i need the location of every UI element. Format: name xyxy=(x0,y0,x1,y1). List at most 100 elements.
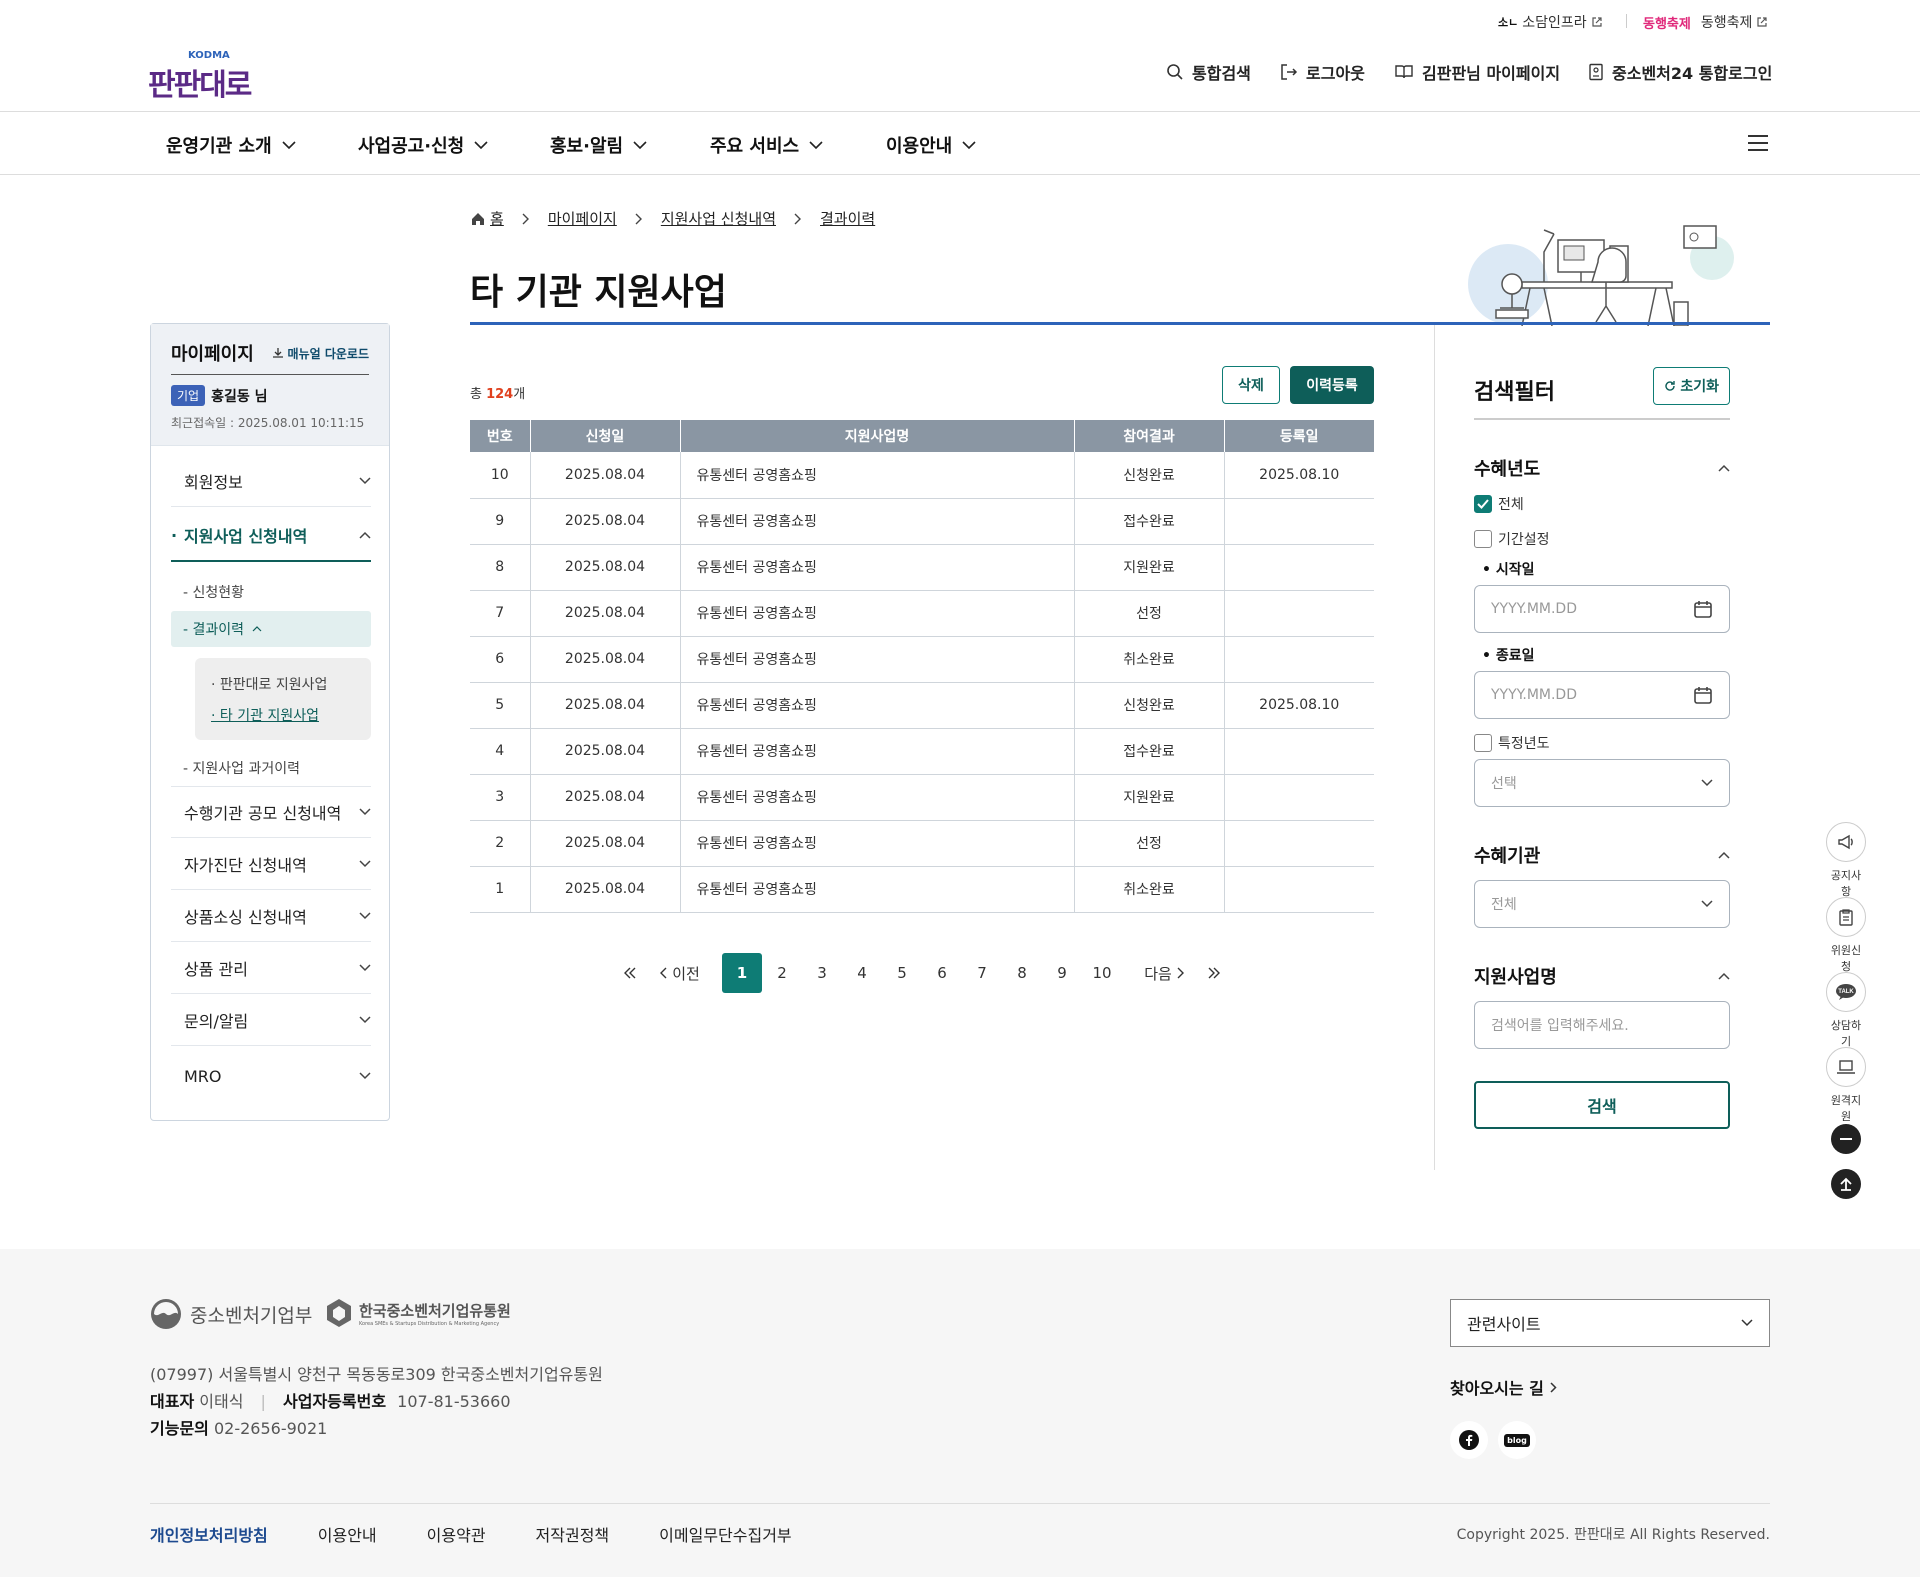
blog-button[interactable]: blog xyxy=(1498,1421,1536,1459)
table-row[interactable]: 10 2025.08.04 유통센터 공영홈쇼핑 신청완료 2025.08.10 xyxy=(470,452,1374,499)
nav-item-services[interactable]: 주요 서비스 xyxy=(710,132,823,158)
start-date-input[interactable]: YYYY.MM.DD xyxy=(1474,585,1730,633)
directions-link[interactable]: 찾아오시는 길 xyxy=(1450,1375,1557,1399)
col-header: 참여결과 xyxy=(1074,420,1225,452)
table-row[interactable]: 1 2025.08.04 유통센터 공영홈쇼핑 취소완료 xyxy=(470,866,1374,913)
search-link[interactable]: 통합검색 xyxy=(1166,60,1251,84)
page-button[interactable]: 2 xyxy=(762,953,802,993)
id-card-icon xyxy=(1589,63,1603,81)
manual-download-link[interactable]: 매뉴얼 다운로드 xyxy=(272,345,369,362)
breadcrumb-result[interactable]: 결과이력 xyxy=(820,208,875,229)
logout-link[interactable]: 로그아웃 xyxy=(1280,60,1365,84)
prev-page-button[interactable]: 이전 xyxy=(650,953,710,993)
sidebar-item-support[interactable]: · 지원사업 신청내역 xyxy=(171,510,371,562)
footer-link-privacy[interactable]: 개인정보처리방침 xyxy=(150,1522,268,1546)
page-button[interactable]: 6 xyxy=(922,953,962,993)
checkbox-period[interactable]: 기간설정 xyxy=(1474,529,1550,549)
chevron-up-icon xyxy=(1718,972,1730,980)
nav-item-about[interactable]: 운영기관 소개 xyxy=(166,132,296,158)
table-row[interactable]: 3 2025.08.04 유통센터 공영홈쇼핑 지원완료 xyxy=(470,774,1374,821)
mypage-link[interactable]: 김판판님 마이페이지 xyxy=(1394,60,1560,84)
footer-link-guide[interactable]: 이용안내 xyxy=(318,1522,377,1546)
login24-link[interactable]: 중소벤처24 통합로그인 xyxy=(1588,60,1772,84)
footer-link-copyright[interactable]: 저작권정책 xyxy=(536,1522,610,1546)
page-button[interactable]: 3 xyxy=(802,953,842,993)
home-icon xyxy=(472,212,484,225)
agency-select[interactable]: 전체 xyxy=(1474,880,1730,928)
table-header-row: 번호 신청일 지원사업명 참여결과 등록일 xyxy=(470,420,1374,452)
register-button[interactable]: 이력등록 xyxy=(1290,366,1374,404)
checkbox-specific-year[interactable]: 특정년도 xyxy=(1474,733,1550,753)
page-button[interactable]: 1 xyxy=(722,953,762,993)
col-header: 등록일 xyxy=(1224,420,1374,452)
facebook-button[interactable] xyxy=(1450,1421,1488,1459)
table-row[interactable]: 9 2025.08.04 유통센터 공영홈쇼핑 접수완료 xyxy=(470,498,1374,545)
agency-section-header[interactable]: 수혜기관 xyxy=(1474,842,1730,868)
quick-notice[interactable]: 공지사항 xyxy=(1826,822,1866,899)
page-button[interactable]: 9 xyxy=(1042,953,1082,993)
footer-link-email[interactable]: 이메일무단수집거부 xyxy=(659,1522,791,1546)
hamburger-menu-icon[interactable] xyxy=(1747,134,1769,152)
sidebar-item-mro[interactable]: MRO xyxy=(171,1046,371,1106)
name-section-header[interactable]: 지원사업명 xyxy=(1474,963,1730,989)
collapse-quick-button[interactable] xyxy=(1831,1124,1861,1154)
page-button[interactable]: 8 xyxy=(1002,953,1042,993)
festival-link[interactable]: 동행축제 동행축제 xyxy=(1643,12,1768,32)
checkbox-all[interactable]: 전체 xyxy=(1474,494,1524,514)
breadcrumb-home[interactable]: 홈 xyxy=(490,208,504,229)
quick-remote[interactable]: 원격지원 xyxy=(1826,1047,1866,1124)
chevron-down-icon xyxy=(962,140,976,149)
related-sites-select[interactable]: 관련사이트 xyxy=(1450,1299,1770,1347)
filter-search-button[interactable]: 검색 xyxy=(1474,1081,1730,1129)
table-row[interactable]: 8 2025.08.04 유통센터 공영홈쇼핑 지원완료 xyxy=(470,544,1374,591)
table-row[interactable]: 5 2025.08.04 유통센터 공영홈쇼핑 신청완료 2025.08.10 xyxy=(470,682,1374,729)
nav-item-business[interactable]: 사업공고·신청 xyxy=(358,132,488,158)
table-row[interactable]: 6 2025.08.04 유통센터 공영홈쇼핑 취소완료 xyxy=(470,636,1374,683)
sidebar-title: 마이페이지 xyxy=(171,344,254,365)
page-button[interactable]: 7 xyxy=(962,953,1002,993)
quick-committee[interactable]: 위원신청 xyxy=(1826,897,1866,974)
footer-link-terms[interactable]: 이용약관 xyxy=(427,1522,486,1546)
office-illustration xyxy=(1468,225,1734,326)
page-button[interactable]: 5 xyxy=(882,953,922,993)
sodam-link[interactable]: 소ㄴ 소담인프라 xyxy=(1498,12,1603,32)
chevron-down-icon xyxy=(359,1015,371,1023)
sidebar-item-sourcing[interactable]: 상품소싱 신청내역 xyxy=(171,890,371,942)
first-page-button[interactable] xyxy=(610,953,650,993)
site-logo[interactable]: KODMA 판판대로 xyxy=(148,48,268,103)
sidebar-item-selfdiag[interactable]: 자가진단 신청내역 xyxy=(171,838,371,890)
name-search-input[interactable]: 검색어를 입력해주세요. xyxy=(1474,1001,1730,1049)
table-row[interactable]: 7 2025.08.04 유통센터 공영홈쇼핑 선정 xyxy=(470,590,1374,637)
nav-item-guide[interactable]: 이용안내 xyxy=(886,132,976,158)
last-page-button[interactable] xyxy=(1194,953,1234,993)
table-row[interactable]: 4 2025.08.04 유통센터 공영홈쇼핑 접수완료 xyxy=(470,728,1374,775)
sidebar-item-member[interactable]: 회원정보 xyxy=(171,455,371,507)
submenu-result[interactable]: - 결과이력 xyxy=(171,611,371,647)
sidebar-item-product[interactable]: 상품 관리 xyxy=(171,942,371,994)
calendar-icon xyxy=(1694,687,1712,704)
breadcrumb-mypage[interactable]: 마이페이지 xyxy=(548,208,617,229)
sidebar-item-inquiry[interactable]: 문의/알림 xyxy=(171,994,371,1046)
submenu-fanfan[interactable]: · 판판대로 지원사업 xyxy=(211,674,327,694)
quick-chat[interactable]: TALK 상담하기 xyxy=(1826,972,1866,1049)
rep-value: 이태식 xyxy=(199,1392,244,1411)
col-header: 번호 xyxy=(470,420,531,452)
submenu-other[interactable]: · 타 기관 지원사업 xyxy=(211,705,319,725)
scroll-top-button[interactable] xyxy=(1831,1169,1861,1199)
page-button[interactable]: 10 xyxy=(1082,953,1122,993)
breadcrumb-support[interactable]: 지원사업 신청내역 xyxy=(661,208,776,229)
year-section-header[interactable]: 수혜년도 xyxy=(1474,455,1730,481)
year-select[interactable]: 선택 xyxy=(1474,759,1730,807)
table-row[interactable]: 2 2025.08.04 유통센터 공영홈쇼핑 선정 xyxy=(470,820,1374,867)
page-button[interactable]: 4 xyxy=(842,953,882,993)
nav-item-promo[interactable]: 홍보·알림 xyxy=(550,132,647,158)
delete-button[interactable]: 삭제 xyxy=(1222,366,1280,404)
logo-text: 판판대로 xyxy=(148,68,252,103)
biz-label: 사업자등록번호 xyxy=(283,1392,387,1411)
submenu-status[interactable]: - 신청현황 xyxy=(183,582,244,602)
reset-button[interactable]: 초기화 xyxy=(1653,367,1730,405)
next-page-button[interactable]: 다음 xyxy=(1134,953,1194,993)
submenu-past[interactable]: - 지원사업 과거이력 xyxy=(183,758,300,778)
end-date-input[interactable]: YYYY.MM.DD xyxy=(1474,671,1730,719)
sidebar-item-agency[interactable]: 수행기관 공모 신청내역 xyxy=(171,786,371,838)
